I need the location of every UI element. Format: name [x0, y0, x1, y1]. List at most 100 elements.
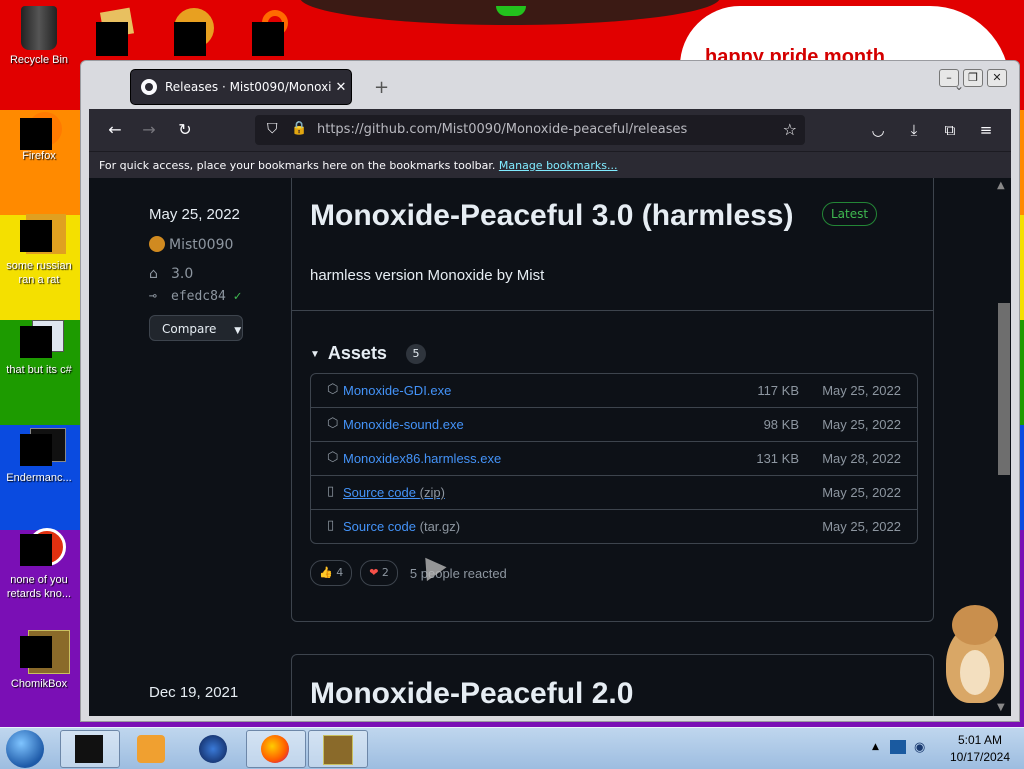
latest-badge: Latest	[822, 202, 878, 226]
start-button[interactable]	[6, 730, 44, 768]
desktop-icon-label: Endermanc...	[6, 472, 72, 484]
compare-button[interactable]: Compare ▼	[149, 315, 243, 341]
desktop-icon-russian-rat[interactable]: some russian ran a rat	[0, 214, 78, 287]
package-icon: ⬡	[327, 450, 339, 465]
system-tray: ▲ ◉	[872, 730, 932, 766]
release-date: May 25, 2022	[149, 206, 240, 223]
verified-check-icon: ✓	[233, 289, 242, 304]
desktop-shortcut-2[interactable]	[166, 4, 214, 56]
zip-icon: ▯	[327, 484, 335, 499]
close-tab-icon[interactable]: ✕	[331, 80, 351, 95]
reaction-thumbs-up[interactable]: 👍 4	[310, 560, 353, 586]
extensions-icon[interactable]: ⧉	[939, 119, 961, 141]
release-title[interactable]: Monoxide-Peaceful 2.0	[310, 677, 633, 711]
release-commit[interactable]: ⊸ efedc84 ✓	[149, 289, 241, 304]
asset-link[interactable]: Source code (tar.gz)	[343, 519, 460, 534]
taskbar-chomikbox[interactable]	[308, 730, 368, 768]
asset-size: 98 KB	[763, 417, 799, 432]
clock[interactable]: 5:01 AM 10/17/2024	[940, 732, 1020, 766]
github-icon	[141, 79, 157, 95]
new-tab-button[interactable]: +	[374, 77, 389, 98]
divider	[292, 310, 933, 311]
list-item: ⬡ Monoxide-GDI.exe 117 KB May 25, 2022	[311, 374, 917, 407]
release-title[interactable]: Monoxide-Peaceful 3.0 (harmless)	[310, 199, 794, 233]
volume-icon[interactable]: ◉	[914, 740, 925, 755]
commit-icon: ⊸	[149, 289, 157, 304]
desktop-icon-label: Recycle Bin	[9, 54, 69, 66]
list-tabs-icon[interactable]: ⌄	[954, 79, 964, 93]
page-content: May 25, 2022 Mist0090 ⌂ 3.0 ⊸ efedc84 ✓ Co…	[89, 178, 1011, 716]
asset-link[interactable]: Monoxide-sound.exe	[343, 417, 464, 432]
release-date: Dec 19, 2021	[149, 684, 239, 701]
tag-icon: ⌂	[149, 266, 158, 282]
asset-link[interactable]: Monoxidex86.harmless.exe	[343, 451, 501, 466]
release-card: Monoxide-Peaceful 2.0	[291, 654, 934, 716]
bookmarks-toolbar: For quick access, place your bookmarks h…	[89, 151, 1011, 178]
scroll-up-icon[interactable]: ▲	[997, 180, 1005, 191]
scrollbar-thumb[interactable]	[998, 303, 1010, 475]
firefox-icon	[261, 735, 289, 763]
desktop-icon-label: ChomikBox	[10, 678, 68, 690]
tab-title: Releases · Mist0090/Monoxide-peaceful	[165, 80, 331, 94]
desktop-icon-endermanch[interactable]: Endermanc...	[0, 428, 78, 485]
bookmark-star-icon[interactable]: ☆	[783, 120, 797, 139]
app-icon	[20, 214, 66, 256]
hamster-mascot	[940, 605, 1010, 705]
url-bar[interactable]: ⛉ 🔒 https://github.com/Mist0090/Monoxide…	[255, 115, 805, 145]
menu-icon[interactable]: ≡	[975, 119, 997, 141]
reaction-heart[interactable]: ❤ 2	[360, 560, 398, 586]
release-description: harmless version Monoxide by Mist	[310, 267, 545, 284]
taskbar-app-3[interactable]	[184, 730, 244, 768]
release-author[interactable]: Mist0090	[149, 236, 233, 253]
desktop-icon-chomikbox[interactable]: ChomikBox	[0, 630, 78, 691]
app-icon	[20, 320, 64, 360]
tab-releases[interactable]: Releases · Mist0090/Monoxide-peaceful ✕	[131, 70, 351, 104]
desktop-icon-recycle-bin[interactable]: Recycle Bin	[0, 6, 78, 67]
asset-date: May 25, 2022	[822, 383, 901, 398]
asset-size: 117 KB	[757, 383, 799, 398]
asset-link[interactable]: Source code (zip)	[343, 485, 445, 500]
taskbar-app-1[interactable]	[60, 730, 120, 768]
tray-arrow-icon[interactable]: ▲	[872, 742, 879, 752]
release-card: Monoxide-Peaceful 3.0 (harmless) Latest …	[291, 178, 934, 622]
package-icon: ⬡	[327, 382, 339, 397]
desktop-icon-firefox[interactable]: Firefox	[0, 112, 78, 163]
desktop-icon-none-of-you[interactable]: none of you retards kno...	[0, 528, 78, 601]
taskbar-firefox[interactable]	[246, 730, 306, 768]
reload-icon[interactable]: ↻	[173, 119, 197, 143]
desktop-shortcut-3[interactable]	[244, 4, 292, 56]
list-item: ▯ Source code (tar.gz) May 25, 2022	[311, 509, 917, 543]
desktop-icon-label: none of you retards kno...	[6, 574, 72, 600]
pocket-icon[interactable]: ◡	[867, 119, 889, 141]
assets-toggle[interactable]: ▼ Assets	[310, 343, 387, 364]
desktop-icon-label: that but its c#	[6, 364, 72, 376]
app-icon	[20, 528, 66, 570]
reactions-bar: 👍 4 ❤ 2 5 people reacted	[310, 560, 507, 586]
desktop-icon-csharp[interactable]: that but its c#	[0, 320, 78, 377]
desktop-shortcut-1[interactable]	[88, 4, 136, 56]
shield-icon[interactable]: ⛉	[267, 121, 278, 137]
tab-bar: Releases · Mist0090/Monoxide-peaceful ✕ …	[89, 69, 1009, 109]
asset-date: May 25, 2022	[822, 417, 901, 432]
bookmarks-hint: For quick access, place your bookmarks h…	[99, 159, 496, 172]
list-item: ⬡ Monoxide-sound.exe 98 KB May 25, 2022	[311, 407, 917, 441]
nav-toolbar: ← → ↻ ⛉ 🔒 https://github.com/Mist0090/Mo…	[89, 109, 1011, 151]
forward-icon[interactable]: →	[137, 119, 161, 143]
zip-icon: ▯	[327, 518, 335, 533]
browser-window: – ❐ ✕ Releases · Mist0090/Monoxide-peace…	[80, 60, 1020, 722]
release-tag[interactable]: ⌂ 3.0	[149, 266, 193, 282]
manage-bookmarks-link[interactable]: Manage bookmarks...	[499, 159, 618, 172]
package-icon: ⬡	[327, 416, 339, 431]
downloads-icon[interactable]: ⤓	[903, 119, 925, 141]
app-icon	[20, 428, 66, 468]
network-icon[interactable]	[890, 740, 906, 754]
taskbar-media-player[interactable]	[122, 730, 182, 768]
url-text: https://github.com/Mist0090/Monoxide-pea…	[317, 122, 688, 137]
triangle-down-icon: ▼	[310, 349, 320, 360]
asset-link[interactable]: Monoxide-GDI.exe	[343, 383, 451, 398]
assets-list: ⬡ Monoxide-GDI.exe 117 KB May 25, 2022 ⬡…	[310, 373, 918, 544]
back-icon[interactable]: ←	[103, 119, 127, 143]
lock-icon[interactable]: 🔒	[291, 121, 307, 136]
asset-date: May 25, 2022	[822, 485, 901, 500]
desktop-icon-label: some russian ran a rat	[6, 260, 72, 286]
